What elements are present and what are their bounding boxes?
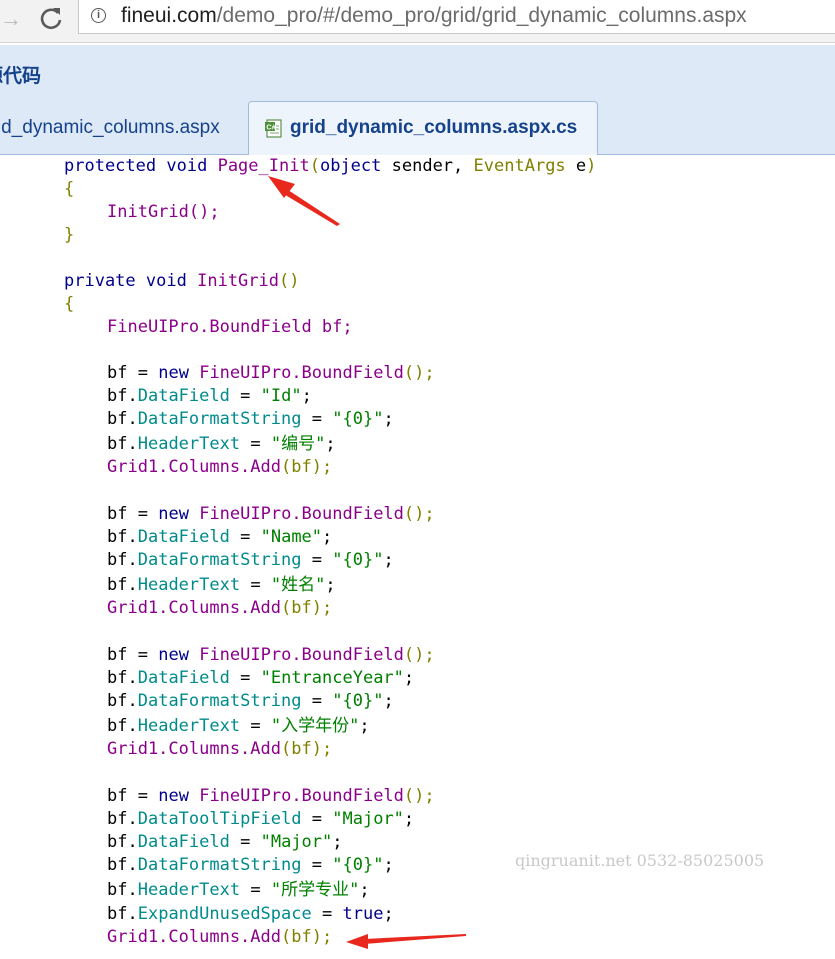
code-line: { (64, 179, 75, 199)
code-line: bf.DataField = "Name"; (107, 527, 333, 547)
tab-aspx-cs[interactable]: C# grid_dynamic_columns.aspx.cs (248, 101, 598, 155)
code-line: bf.HeaderText = "姓名"; (107, 575, 336, 595)
address-bar[interactable]: i fineui.com/demo_pro/#/demo_pro/grid/gr… (78, 0, 835, 34)
code-view: protected void Page_Init(object sender, … (0, 155, 835, 959)
file-tabbar: grid_dynamic_columns.aspx C# grid_dynami… (0, 101, 835, 155)
code-line: bf = new FineUIPro.BoundField(); (107, 363, 435, 383)
code-line: FineUIPro.BoundField bf; (107, 317, 353, 337)
code-line: bf.DataFormatString = "{0}"; (107, 691, 394, 711)
code-line: Grid1.Columns.Add(bf); (107, 739, 333, 759)
code-line: bf.ExpandUnusedSpace = true; (107, 904, 394, 924)
code-line: bf.HeaderText = "所学专业"; (107, 880, 370, 900)
csharp-file-icon: C# (265, 119, 282, 138)
code-line: private void InitGrid() (64, 271, 300, 291)
url-text[interactable]: fineui.com/demo_pro/#/demo_pro/grid/grid… (121, 4, 747, 28)
code-line: Grid1.Columns.Add(bf); (107, 457, 333, 477)
code-line: bf.DataField = "Major"; (107, 832, 343, 852)
code-line: bf = new FineUIPro.BoundField(); (107, 504, 435, 524)
code-line: bf.DataToolTipField = "Major"; (107, 809, 415, 829)
browser-toolbar: → i fineui.com/demo_pro/#/demo_pro/grid/… (0, 0, 835, 43)
code-line: bf.HeaderText = "编号"; (107, 434, 336, 454)
code-line: bf.DataFormatString = "{0}"; (107, 550, 394, 570)
code-line: protected void Page_Init(object sender, … (64, 156, 597, 176)
code-line: bf.DataField = "Id"; (107, 386, 312, 406)
svg-text:C#: C# (266, 123, 276, 132)
code-line: bf.DataFormatString = "{0}"; (107, 409, 394, 429)
reload-icon[interactable] (38, 5, 64, 31)
tab-aspx-label: grid_dynamic_columns.aspx (0, 117, 220, 138)
tab-aspx-cs-label: grid_dynamic_columns.aspx.cs (290, 117, 578, 138)
panel-title: 源代码 (0, 66, 42, 87)
info-icon[interactable]: i (91, 8, 106, 23)
code-line: bf = new FineUIPro.BoundField(); (107, 786, 435, 806)
code-line: } (64, 225, 75, 245)
code-line: Grid1.Columns.Add(bf); (107, 927, 333, 947)
code-line: InitGrid(); (107, 202, 220, 222)
source-code-panel-header: 源代码 (0, 45, 835, 102)
code-line: { (64, 294, 75, 314)
code-line: bf.HeaderText = "入学年份"; (107, 716, 370, 736)
forward-icon[interactable]: → (0, 8, 22, 30)
code-line: bf = new FineUIPro.BoundField(); (107, 645, 435, 665)
code-line: bf.DataFormatString = "{0}"; (107, 855, 394, 875)
code-line: Grid1.Columns.Add(bf); (107, 598, 333, 618)
watermark: qingruanit.net 0532-85025005 (515, 851, 765, 870)
tab-aspx[interactable]: grid_dynamic_columns.aspx (0, 101, 246, 154)
code-line: bf.DataField = "EntranceYear"; (107, 668, 415, 688)
